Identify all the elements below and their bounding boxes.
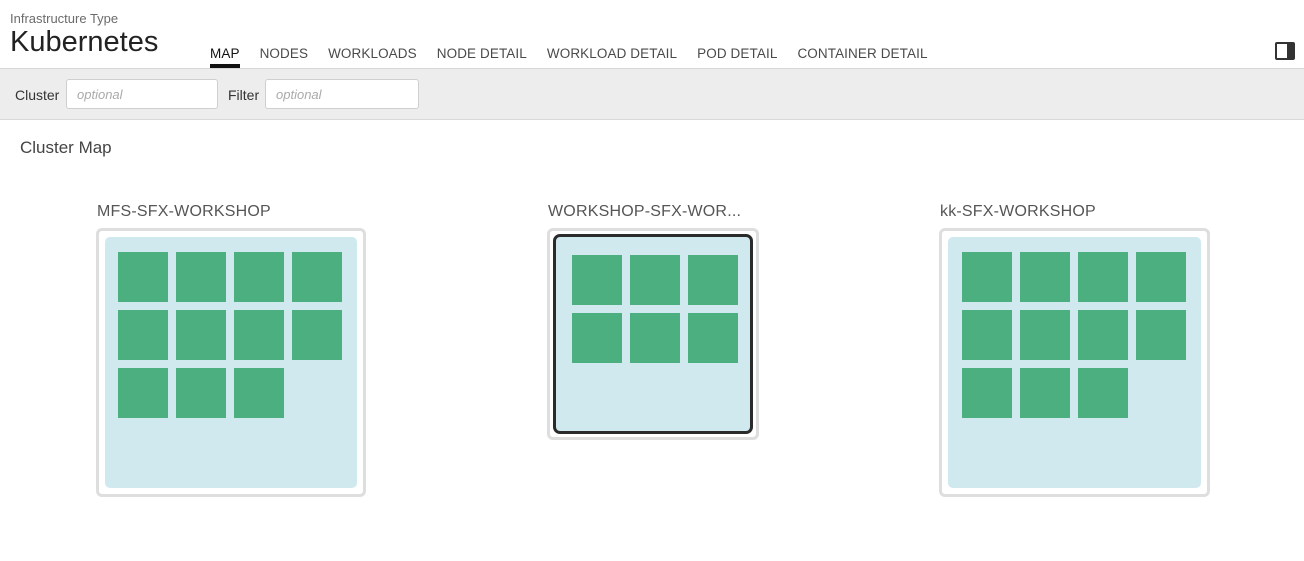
node-tile[interactable] [1020,252,1070,302]
node-tile[interactable] [688,313,738,363]
tab-bar: MAP NODES WORKLOADS NODE DETAIL WORKLOAD… [210,46,948,68]
cluster-node-area [553,234,753,434]
cluster-filter-input[interactable] [66,79,218,109]
cluster-name-label: kk-SFX-WORKSHOP [940,203,1096,220]
cluster-filter-label: Cluster [15,87,60,103]
node-tile[interactable] [962,310,1012,360]
tab-pod-detail[interactable]: POD DETAIL [697,46,777,68]
node-tile[interactable] [1078,368,1128,418]
cluster-node-area [948,237,1201,488]
node-tile[interactable] [118,368,168,418]
cluster-name-label: WORKSHOP-SFX-WOR... [548,203,742,220]
node-tile[interactable] [572,255,622,305]
filter-label: Filter [228,87,260,103]
cluster-map-title: Cluster Map [20,138,112,157]
cluster-card[interactable] [96,228,366,497]
node-tile[interactable] [176,310,226,360]
node-tile[interactable] [1078,252,1128,302]
cluster-card[interactable] [939,228,1210,497]
node-tile[interactable] [1020,310,1070,360]
cluster-card-selected[interactable] [547,228,759,440]
node-tile[interactable] [688,255,738,305]
node-tile[interactable] [1020,368,1070,418]
filter-input[interactable] [265,79,419,109]
page-header: Infrastructure Type Kubernetes MAP NODES… [0,0,1304,69]
node-tile[interactable] [630,255,680,305]
node-tile[interactable] [234,252,284,302]
node-tile[interactable] [962,368,1012,418]
node-tile[interactable] [118,310,168,360]
node-tile[interactable] [292,252,342,302]
node-tile[interactable] [1136,252,1186,302]
node-tile[interactable] [176,252,226,302]
node-tile[interactable] [1136,310,1186,360]
sidebar-panel-icon[interactable] [1275,42,1295,60]
cluster-name-label: MFS-SFX-WORKSHOP [97,203,271,220]
node-tile[interactable] [1078,310,1128,360]
node-tile[interactable] [630,313,680,363]
tab-workloads[interactable]: WORKLOADS [328,46,417,68]
node-tile[interactable] [572,313,622,363]
node-tile[interactable] [118,252,168,302]
node-tile[interactable] [962,252,1012,302]
tab-node-detail[interactable]: NODE DETAIL [437,46,527,68]
node-tile[interactable] [234,368,284,418]
tab-workload-detail[interactable]: WORKLOAD DETAIL [547,46,677,68]
cluster-node-area [105,237,357,488]
filter-bar: Cluster Filter [0,69,1304,120]
node-tile[interactable] [176,368,226,418]
tab-container-detail[interactable]: CONTAINER DETAIL [797,46,927,68]
tab-map[interactable]: MAP [210,46,240,68]
tab-nodes[interactable]: NODES [260,46,309,68]
page-title: Kubernetes [10,26,159,58]
node-tile[interactable] [292,310,342,360]
node-tile[interactable] [234,310,284,360]
page-subtitle: Infrastructure Type [10,11,119,26]
